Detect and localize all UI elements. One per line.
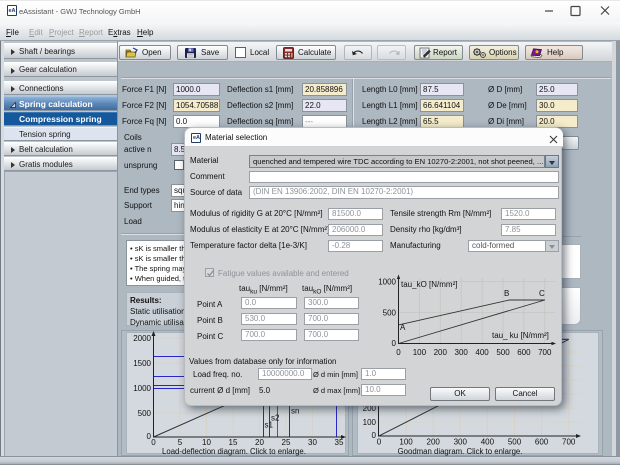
- svg-text:sn: sn: [291, 407, 299, 416]
- svg-text:25: 25: [282, 438, 291, 447]
- svg-text:700: 700: [538, 348, 552, 357]
- svg-text:35: 35: [335, 438, 344, 447]
- svg-text:0: 0: [377, 438, 382, 447]
- svg-text:200: 200: [434, 348, 448, 357]
- svg-text:1000: 1000: [133, 384, 151, 393]
- svg-text:300: 300: [455, 348, 469, 357]
- svg-text:600: 600: [535, 438, 549, 447]
- svg-text:Load-deflection diagram. Click: Load-deflection diagram. Click to enlarg…: [162, 447, 306, 456]
- svg-text:400: 400: [481, 438, 495, 447]
- svg-text:1500: 1500: [133, 359, 151, 368]
- svg-text:C: C: [539, 289, 545, 298]
- svg-text:B: B: [504, 289, 509, 298]
- svg-text:15: 15: [229, 438, 238, 447]
- svg-text:tau_ ku [N/mm²]: tau_ ku [N/mm²]: [492, 331, 549, 340]
- svg-text:A: A: [400, 323, 406, 332]
- svg-text:10: 10: [202, 438, 211, 447]
- svg-text:5: 5: [178, 438, 183, 447]
- svg-text:100: 100: [363, 418, 377, 427]
- svg-text:0: 0: [396, 348, 401, 357]
- svg-text:20: 20: [255, 438, 264, 447]
- svg-text:200: 200: [427, 438, 441, 447]
- svg-text:600: 600: [517, 348, 531, 357]
- svg-text:0: 0: [151, 438, 156, 447]
- svg-text:300: 300: [454, 438, 468, 447]
- svg-text:400: 400: [475, 348, 489, 357]
- svg-text:1000: 1000: [378, 278, 396, 287]
- svg-text:500: 500: [138, 409, 152, 418]
- svg-text:tau_kO [N/mm²]: tau_kO [N/mm²]: [401, 280, 457, 289]
- svg-text:500: 500: [496, 348, 510, 357]
- svg-text:100: 100: [413, 348, 427, 357]
- svg-text:500: 500: [383, 309, 397, 318]
- svg-text:Goodman diagram. Click to enla: Goodman diagram. Click to enlarge.: [398, 447, 523, 456]
- svg-text:500: 500: [508, 438, 522, 447]
- svg-text:100: 100: [399, 438, 413, 447]
- svg-text:2000: 2000: [133, 334, 151, 343]
- svg-text:0: 0: [392, 339, 397, 348]
- svg-text:30: 30: [308, 438, 317, 447]
- svg-text:700: 700: [562, 438, 576, 447]
- svg-text:s2: s2: [271, 414, 280, 423]
